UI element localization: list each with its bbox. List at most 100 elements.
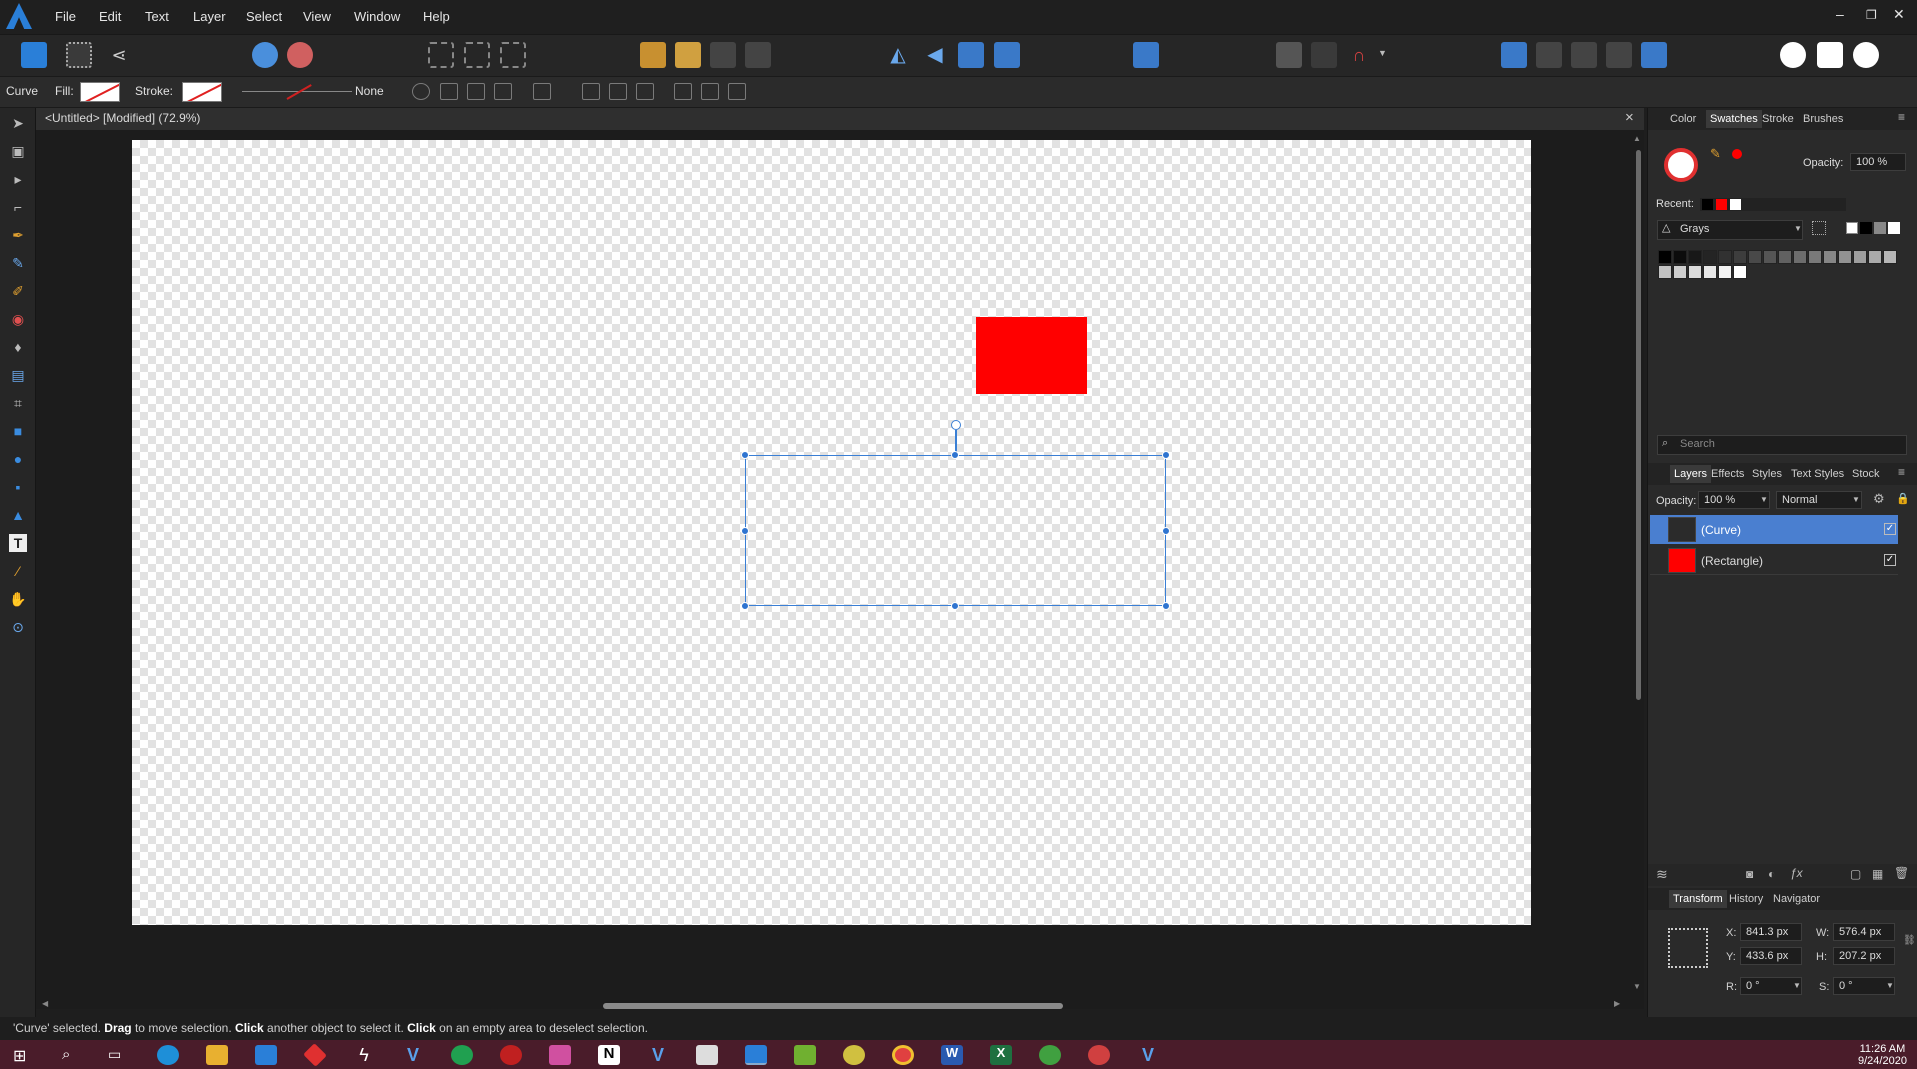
h-input[interactable]: 207.2 px <box>1833 947 1895 965</box>
delete-layer-icon[interactable]: 🗑 <box>1894 866 1909 880</box>
current-color-dot[interactable] <box>1732 149 1742 159</box>
stroke-style-value[interactable]: None <box>355 84 384 98</box>
layer-opacity-dropdown-icon[interactable]: ▼ <box>1760 495 1768 504</box>
panel-menu-icon[interactable]: ≡ <box>1898 110 1905 124</box>
boolean-intersect-icon[interactable] <box>1571 42 1597 68</box>
transform-separately-icon[interactable] <box>494 83 512 100</box>
mail-icon[interactable] <box>255 1045 277 1065</box>
vertical-scroll-thumb[interactable] <box>1636 150 1641 700</box>
taskbar-search-icon[interactable]: ⌕ <box>62 1046 70 1063</box>
scroll-left-icon[interactable]: ◀ <box>42 999 48 1008</box>
app-v-icon[interactable]: V <box>402 1045 424 1065</box>
align-middle-icon[interactable] <box>701 83 719 100</box>
align-left-icon[interactable] <box>582 83 600 100</box>
boolean-add-icon[interactable] <box>1501 42 1527 68</box>
app-v3-icon[interactable]: V <box>1137 1045 1159 1065</box>
close-button[interactable]: ✕ <box>1893 6 1905 23</box>
transform-origin-icon[interactable] <box>412 83 430 100</box>
snapping-dropdown-icon[interactable]: ▼ <box>1378 48 1387 58</box>
layers-menu-icon[interactable]: ≡ <box>1898 465 1905 479</box>
affinity-taskbar-icon[interactable] <box>745 1045 767 1065</box>
align-right-icon[interactable] <box>636 83 654 100</box>
gray-swatch[interactable] <box>1673 265 1687 279</box>
gray-swatch[interactable] <box>1733 250 1747 264</box>
resize-handle-r[interactable] <box>1162 527 1170 535</box>
black-swatch-icon[interactable] <box>1860 222 1872 234</box>
resize-handle-tl[interactable] <box>741 451 749 459</box>
color-picker-tool-icon[interactable]: ⁄ <box>9 562 27 580</box>
tab-styles[interactable]: Styles <box>1752 468 1782 480</box>
resize-handle-l[interactable] <box>741 527 749 535</box>
tab-brushes[interactable]: Brushes <box>1803 113 1843 125</box>
word-icon[interactable]: W <box>941 1045 963 1065</box>
menu-window[interactable]: Window <box>354 9 400 24</box>
pixel-persona-icon[interactable] <box>66 42 92 68</box>
gray-swatch[interactable] <box>1703 265 1717 279</box>
grid-icon[interactable] <box>1276 42 1302 68</box>
app-green-icon[interactable] <box>794 1045 816 1065</box>
tab-transform[interactable]: Transform <box>1669 890 1727 908</box>
gray-swatch[interactable] <box>1778 250 1792 264</box>
blend-mode-dropdown[interactable]: Normal <box>1776 491 1862 509</box>
boolean-divide-icon[interactable] <box>1641 42 1667 68</box>
tab-swatches[interactable]: Swatches <box>1706 110 1762 128</box>
boolean-xor-icon[interactable] <box>1606 42 1632 68</box>
view-quality-icon[interactable] <box>500 42 526 68</box>
transform-objects-icon[interactable] <box>467 83 485 100</box>
shear-dropdown-icon[interactable]: ▼ <box>1886 981 1894 990</box>
app-v2-icon[interactable]: V <box>647 1045 669 1065</box>
hand-tool-icon[interactable]: ✋ <box>9 590 27 608</box>
node-tool-icon[interactable]: ▸ <box>9 170 27 188</box>
gray-swatch[interactable] <box>1688 265 1702 279</box>
align-center-icon[interactable] <box>609 83 627 100</box>
notion-icon[interactable]: N <box>598 1045 620 1065</box>
transparency-tool-icon[interactable]: ♦ <box>9 338 27 356</box>
link-aspect-icon[interactable]: ⛓ <box>1903 935 1916 946</box>
gray-swatch[interactable] <box>1748 250 1762 264</box>
tab-layers[interactable]: Layers <box>1670 465 1712 483</box>
excel-icon[interactable]: X <box>990 1045 1012 1065</box>
scroll-right-icon[interactable]: ▶ <box>1614 999 1620 1008</box>
gray-swatch[interactable] <box>1688 250 1702 264</box>
tab-history[interactable]: History <box>1729 893 1763 905</box>
move-tool-icon[interactable]: ➤ <box>9 114 27 132</box>
tab-navigator[interactable]: Navigator <box>1773 893 1820 905</box>
designer-persona-icon[interactable] <box>21 42 47 68</box>
reset-selection-icon[interactable] <box>533 83 551 100</box>
document-setup-icon[interactable] <box>252 42 278 68</box>
search-input[interactable]: Search <box>1657 435 1907 455</box>
minimize-button[interactable]: – <box>1836 6 1844 22</box>
gray-swatch[interactable] <box>1853 250 1867 264</box>
menu-file[interactable]: File <box>55 9 76 24</box>
app-monitor-icon[interactable] <box>696 1045 718 1065</box>
snapping-magnet-icon[interactable]: ∩ <box>1346 42 1372 68</box>
menu-select[interactable]: Select <box>246 9 282 24</box>
resize-handle-t[interactable] <box>951 451 959 459</box>
color-picker-icon[interactable]: ✎ <box>1710 146 1721 162</box>
chrome-profile-icon[interactable] <box>1088 1045 1110 1065</box>
ellipse-tool-icon[interactable]: ● <box>9 450 27 468</box>
recent-swatch-black[interactable] <box>1702 199 1713 210</box>
gray-swatch[interactable] <box>1658 265 1672 279</box>
flip-horizontal-icon[interactable]: ◭ <box>885 42 911 68</box>
windows-start-icon[interactable]: ⊞ <box>13 1046 26 1066</box>
tab-color[interactable]: Color <box>1670 113 1696 125</box>
red-rectangle-shape[interactable] <box>976 317 1087 394</box>
vector-crop-tool-icon[interactable]: ⌗ <box>9 394 27 412</box>
clip-to-canvas-icon[interactable] <box>464 42 490 68</box>
restore-button[interactable]: ❐ <box>1866 8 1877 22</box>
layer-visibility-checkbox-curve[interactable]: ✓ <box>1884 523 1896 535</box>
arrange-top-icon[interactable] <box>745 42 771 68</box>
fx-icon[interactable]: ƒx <box>1790 866 1803 880</box>
anchor-point-selector-icon[interactable] <box>1668 928 1708 968</box>
app-lightning-icon[interactable]: ϟ <box>353 1045 375 1065</box>
gray-swatch[interactable] <box>1808 250 1822 264</box>
arrange-forward-icon[interactable] <box>675 42 701 68</box>
none-swatch-icon[interactable] <box>1846 222 1858 234</box>
insert-inside-icon[interactable] <box>1780 42 1806 68</box>
menu-text[interactable]: Text <box>145 9 169 24</box>
layers-stack-icon[interactable]: ≋ <box>1656 866 1668 883</box>
white-swatch-icon[interactable] <box>1888 222 1900 234</box>
chrome-icon[interactable] <box>892 1045 914 1065</box>
alignment-icon[interactable] <box>1133 42 1159 68</box>
